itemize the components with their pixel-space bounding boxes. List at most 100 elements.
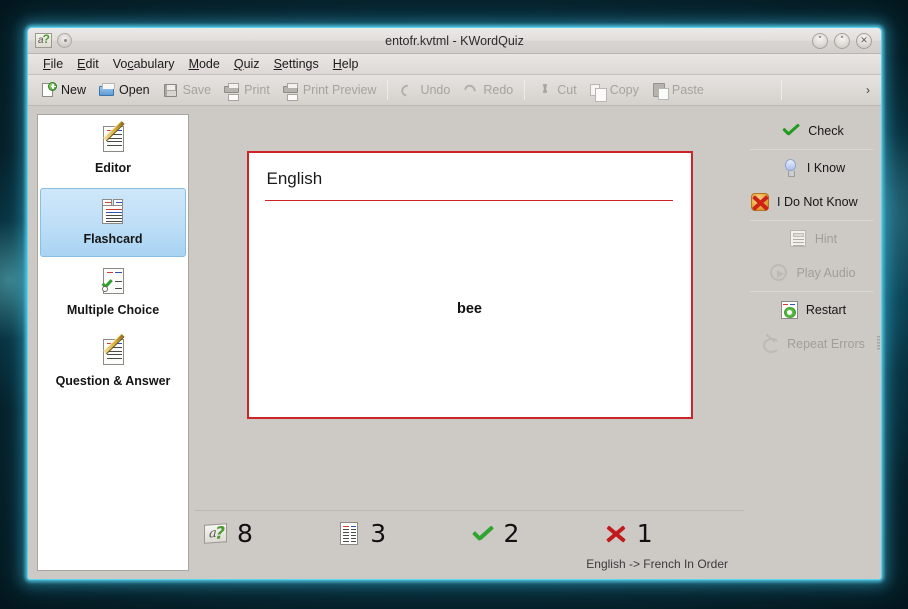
new-document-icon: [40, 82, 57, 99]
status-counts-row: a? 8: [203, 521, 736, 547]
toolbar-open-label: Open: [119, 83, 150, 97]
multiple-choice-icon: [98, 267, 128, 297]
copy-pages-icon: [589, 82, 606, 99]
action-play-audio-label: Play Audio: [796, 266, 855, 280]
center-pane: English bee a? 8: [195, 106, 744, 579]
sidebar-item-question-answer[interactable]: Question & Answer: [40, 330, 186, 399]
flashcard-icon: [98, 196, 128, 226]
flashcard-divider: [265, 200, 673, 201]
toolbar-redo-button: Redo: [456, 80, 519, 101]
error-count-icon: [603, 521, 629, 547]
undo-arrow-icon: [399, 82, 416, 99]
menu-file[interactable]: File: [36, 56, 70, 72]
restart-icon: [779, 300, 799, 320]
status-correct-count: 2: [470, 521, 603, 547]
toolbar-copy-label: Copy: [610, 83, 639, 97]
flashcard-word: bee: [249, 301, 691, 317]
actions-separator-2: [750, 220, 873, 221]
toolbar-separator-1: [387, 80, 388, 100]
sidebar-item-flashcard-label: Flashcard: [45, 231, 181, 248]
menu-vocabulary[interactable]: Vocabulary: [106, 56, 182, 72]
sidebar-item-editor[interactable]: Editor: [40, 117, 186, 186]
toolbar-paste-button: Paste: [645, 80, 710, 101]
quiz-actions-panel: Check I Know I Do Not Know Hint: [744, 106, 881, 579]
toolbar-print-preview-button: Print Preview: [276, 80, 383, 101]
action-i-know-label: I Know: [807, 161, 845, 175]
action-hint-label: Hint: [815, 232, 837, 246]
flashcard-area: English bee: [195, 106, 744, 510]
panel-drag-handle[interactable]: [877, 336, 880, 350]
action-i-do-not-know[interactable]: I Do Not Know: [744, 185, 879, 219]
sidebar-item-multiple-choice-label: Multiple Choice: [45, 302, 181, 319]
action-restart[interactable]: Restart: [744, 293, 879, 327]
status-mode-label: English -> French In Order: [203, 547, 736, 573]
toolbar-copy-button: Copy: [583, 80, 645, 101]
mode-sidebar: Editor: [37, 114, 189, 571]
kwordquiz-icon[interactable]: a?: [35, 33, 52, 48]
toolbar-save-label: Save: [183, 83, 212, 97]
maximize-button[interactable]: ˄: [834, 33, 850, 49]
close-button[interactable]: ✕: [856, 33, 872, 49]
correct-count-icon: [470, 521, 496, 547]
toolbar-separator-3: [781, 80, 782, 100]
title-bar[interactable]: a? entofr.kvtml - KWordQuiz ˅ ˄ ✕: [28, 28, 881, 54]
menu-quiz-label: uiz: [244, 57, 260, 71]
actions-separator-3: [750, 291, 873, 292]
print-preview-icon: [282, 82, 299, 99]
menu-help-label: elp: [342, 57, 359, 71]
action-play-audio: Play Audio: [744, 256, 879, 290]
status-error-count: 1: [603, 521, 736, 547]
redo-arrow-icon: [462, 82, 479, 99]
sidebar-item-flashcard[interactable]: Flashcard: [40, 188, 186, 257]
status-cards-count: 3: [336, 521, 469, 547]
title-bar-left-controls: a?: [28, 33, 72, 48]
sidebar-item-multiple-choice[interactable]: Multiple Choice: [40, 259, 186, 328]
action-i-do-not-know-label: I Do Not Know: [777, 195, 858, 209]
flashcard-language-label: English: [265, 169, 675, 189]
question-answer-icon: [98, 338, 128, 368]
action-restart-label: Restart: [806, 303, 846, 317]
toolbar-new-label: New: [61, 83, 86, 97]
minimize-button[interactable]: ˅: [812, 33, 828, 49]
toolbar-open-button[interactable]: Open: [92, 80, 156, 101]
menu-mode[interactable]: Mode: [182, 56, 227, 72]
menu-settings-label: ettings: [282, 57, 319, 71]
menu-help[interactable]: Help: [326, 56, 366, 72]
actions-separator-1: [750, 149, 873, 150]
menu-edit-label: dit: [86, 57, 99, 71]
action-hint: Hint: [744, 222, 879, 256]
toolbar-redo-label: Redo: [483, 83, 513, 97]
toolbar-print-preview-label: Print Preview: [303, 83, 377, 97]
toolbar-cut-label: Cut: [557, 83, 576, 97]
status-vocab-count: a? 8: [203, 521, 336, 547]
cards-count-icon: [336, 521, 362, 547]
action-i-know[interactable]: I Know: [744, 151, 879, 185]
toolbar-undo-label: Undo: [420, 83, 450, 97]
toolbar-paste-label: Paste: [672, 83, 704, 97]
action-check[interactable]: Check: [744, 114, 879, 148]
toolbar-new-button[interactable]: New: [34, 80, 92, 101]
toolbar-cut-button: Cut: [530, 80, 582, 101]
lightbulb-icon: [780, 158, 800, 178]
menu-edit[interactable]: Edit: [70, 56, 106, 72]
toolbar-overflow-chevron-icon[interactable]: ›: [859, 83, 877, 97]
open-folder-icon: [98, 82, 115, 99]
status-correct-value: 2: [504, 521, 520, 547]
toolbar-separator-2: [524, 80, 525, 100]
repeat-errors-icon: [760, 334, 780, 354]
status-vocab-value: 8: [237, 521, 253, 547]
menu-mode-label: ode: [199, 57, 220, 71]
flashcard[interactable]: English bee: [247, 151, 693, 419]
menu-quiz[interactable]: Quiz: [227, 56, 267, 72]
scissors-icon: [536, 82, 553, 99]
action-repeat-errors-label: Repeat Errors: [787, 337, 865, 351]
window-body: Editor: [28, 106, 881, 579]
menu-vocabulary-label: abulary: [134, 57, 175, 71]
hint-card-icon: [788, 229, 808, 249]
window-pin-button[interactable]: [57, 33, 72, 48]
menu-settings[interactable]: Settings: [267, 56, 326, 72]
window-controls: ˅ ˄ ✕: [812, 33, 881, 49]
kwordquiz-window: a? entofr.kvtml - KWordQuiz ˅ ˄ ✕ File E…: [27, 27, 882, 580]
toolbar-print-button: Print: [217, 80, 276, 101]
editor-pencil-icon: [98, 125, 128, 155]
